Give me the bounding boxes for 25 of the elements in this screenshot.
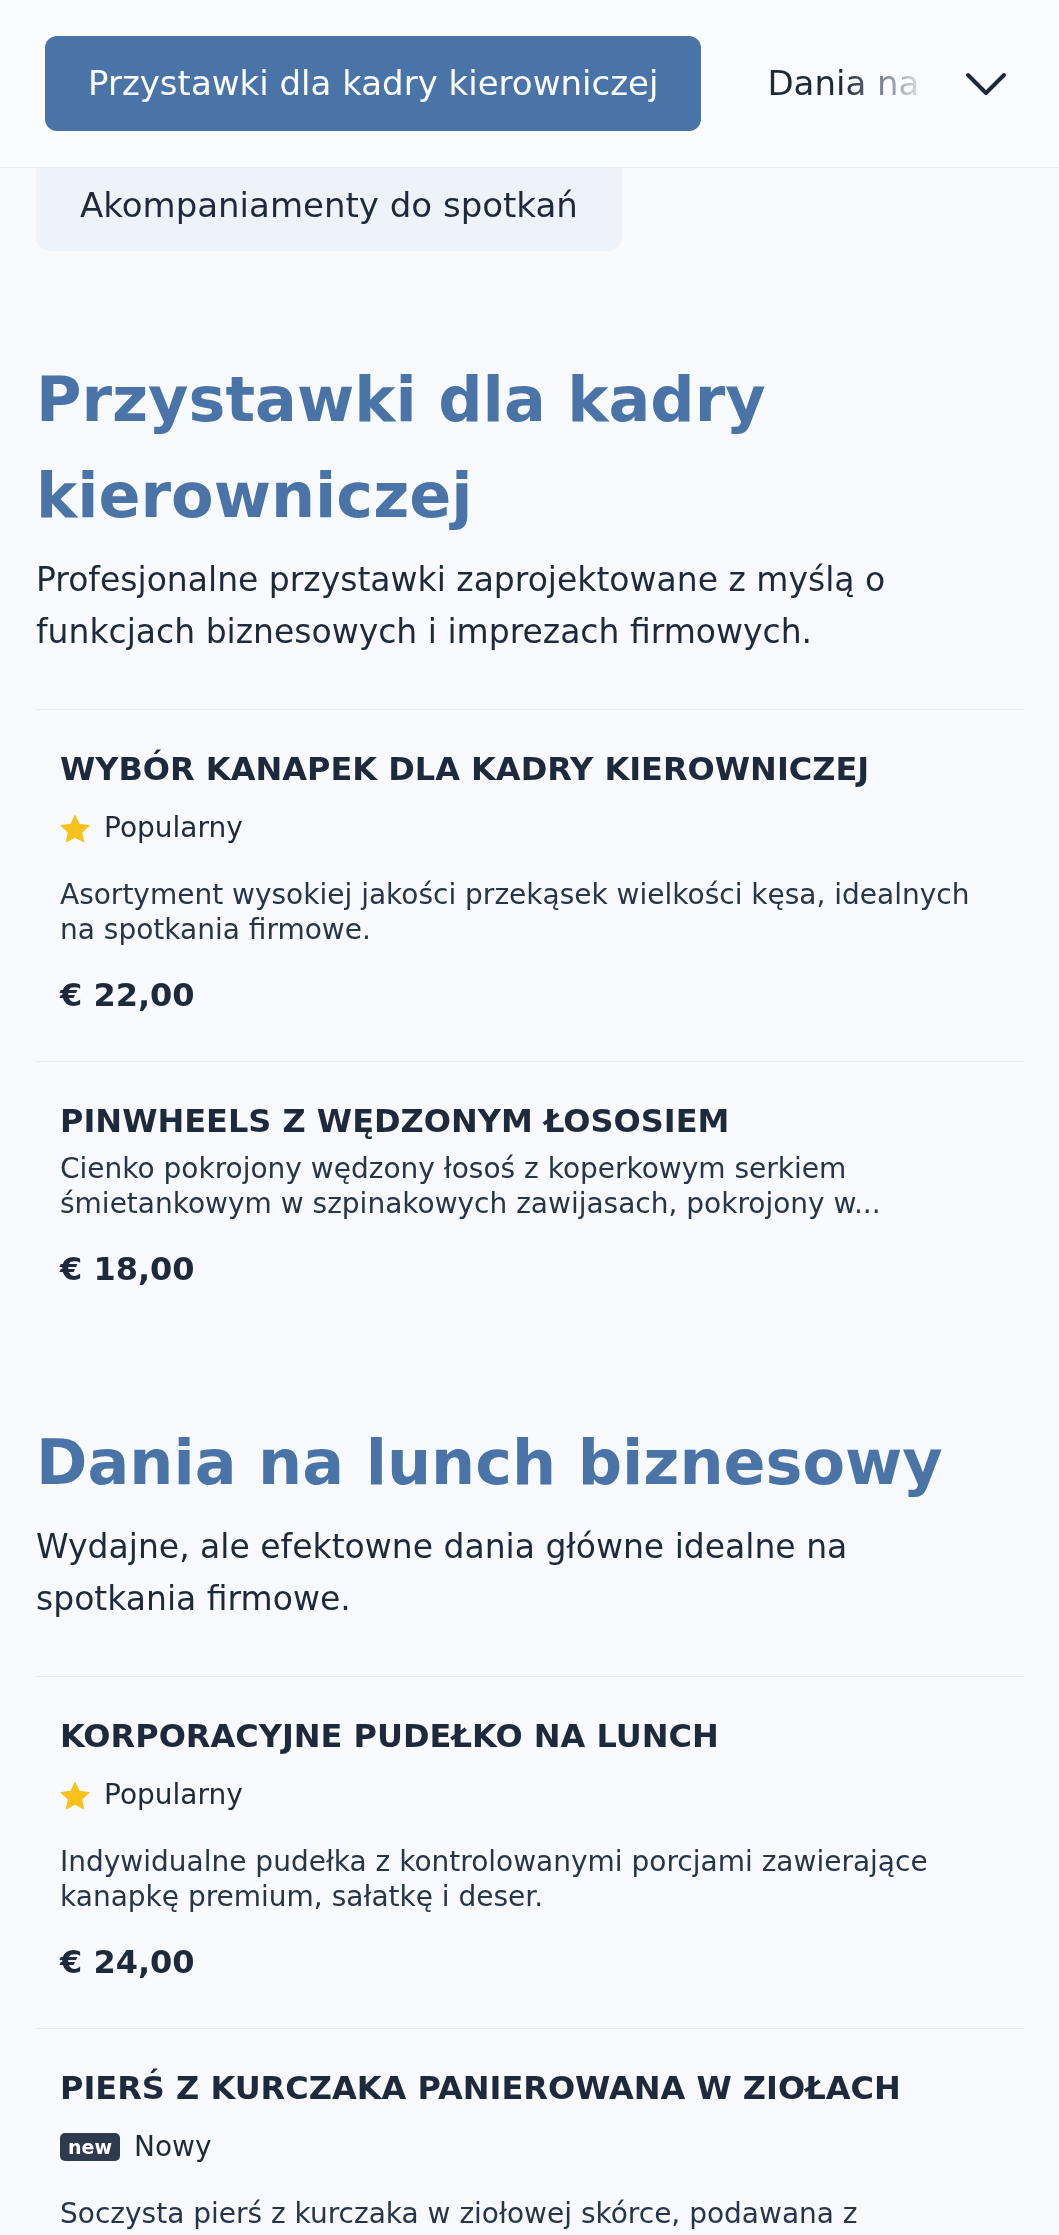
item-price: € 24,00 bbox=[60, 1942, 196, 1982]
item-name: WYBÓR KANAPEK DLA KADRY KIEROWNICZEJ bbox=[60, 749, 871, 789]
section-description: Profesjonalne przystawki zaprojektowane z myślą o funkcjach biznesowych i imprezach firmowych. bbox=[36, 559, 887, 653]
item-price: € 18,00 bbox=[60, 1249, 196, 1289]
badge-label: Nowy bbox=[133, 2129, 212, 2165]
item-description: Cienko pokrojony wędzony łosoś z koperkowym serkiem śmietankowym w szpinakowych zawijasach, pokrojony w... bbox=[60, 1151, 882, 1221]
item-name: PINWHEELS Z WĘDZONYM ŁOSOSIEM bbox=[60, 1101, 731, 1141]
star-icon bbox=[60, 813, 90, 843]
category-tab[interactable]: Przystawki dla kadry kierowniczej bbox=[45, 36, 702, 131]
new-tag: new bbox=[60, 2133, 120, 2161]
item-description: Indywidualne pudełka z kontrolowanymi porcjami zawierające kanapkę premium, sałatkę i deser. bbox=[60, 1844, 929, 1914]
item-name: PIERŚ Z KURCZAKA PANIEROWANA W ZIOŁACH bbox=[60, 2068, 902, 2108]
section-heading: Przystawki dla kadry kierowniczej bbox=[36, 362, 767, 534]
badge-label: Popularny bbox=[104, 810, 243, 846]
item-name: KORPORACYJNE PUDEŁKO NA LUNCH bbox=[60, 1716, 720, 1756]
star-icon bbox=[60, 1780, 90, 1810]
item-price: € 22,00 bbox=[60, 975, 196, 1015]
section-description: Wydajne, ale efektowne dania główne idealne na spotkania firmowe. bbox=[36, 1526, 849, 1620]
category-tab[interactable]: Akompaniamenty do spotkań bbox=[36, 168, 622, 251]
section-heading: Dania na lunch biznesowy bbox=[36, 1425, 944, 1501]
badge-label: Popularny bbox=[104, 1777, 243, 1813]
item-description: Soczysta pierś z kurczaka w ziołowej skórce, podawana z bbox=[60, 2196, 859, 2231]
category-tab[interactable]: Dania na bbox=[767, 61, 920, 106]
item-description: Asortyment wysokiej jakości przekąsek wielkości kęsa, idealnych na spotkania firmowe. bbox=[60, 877, 971, 947]
chevron-down-icon[interactable] bbox=[965, 71, 1007, 96]
